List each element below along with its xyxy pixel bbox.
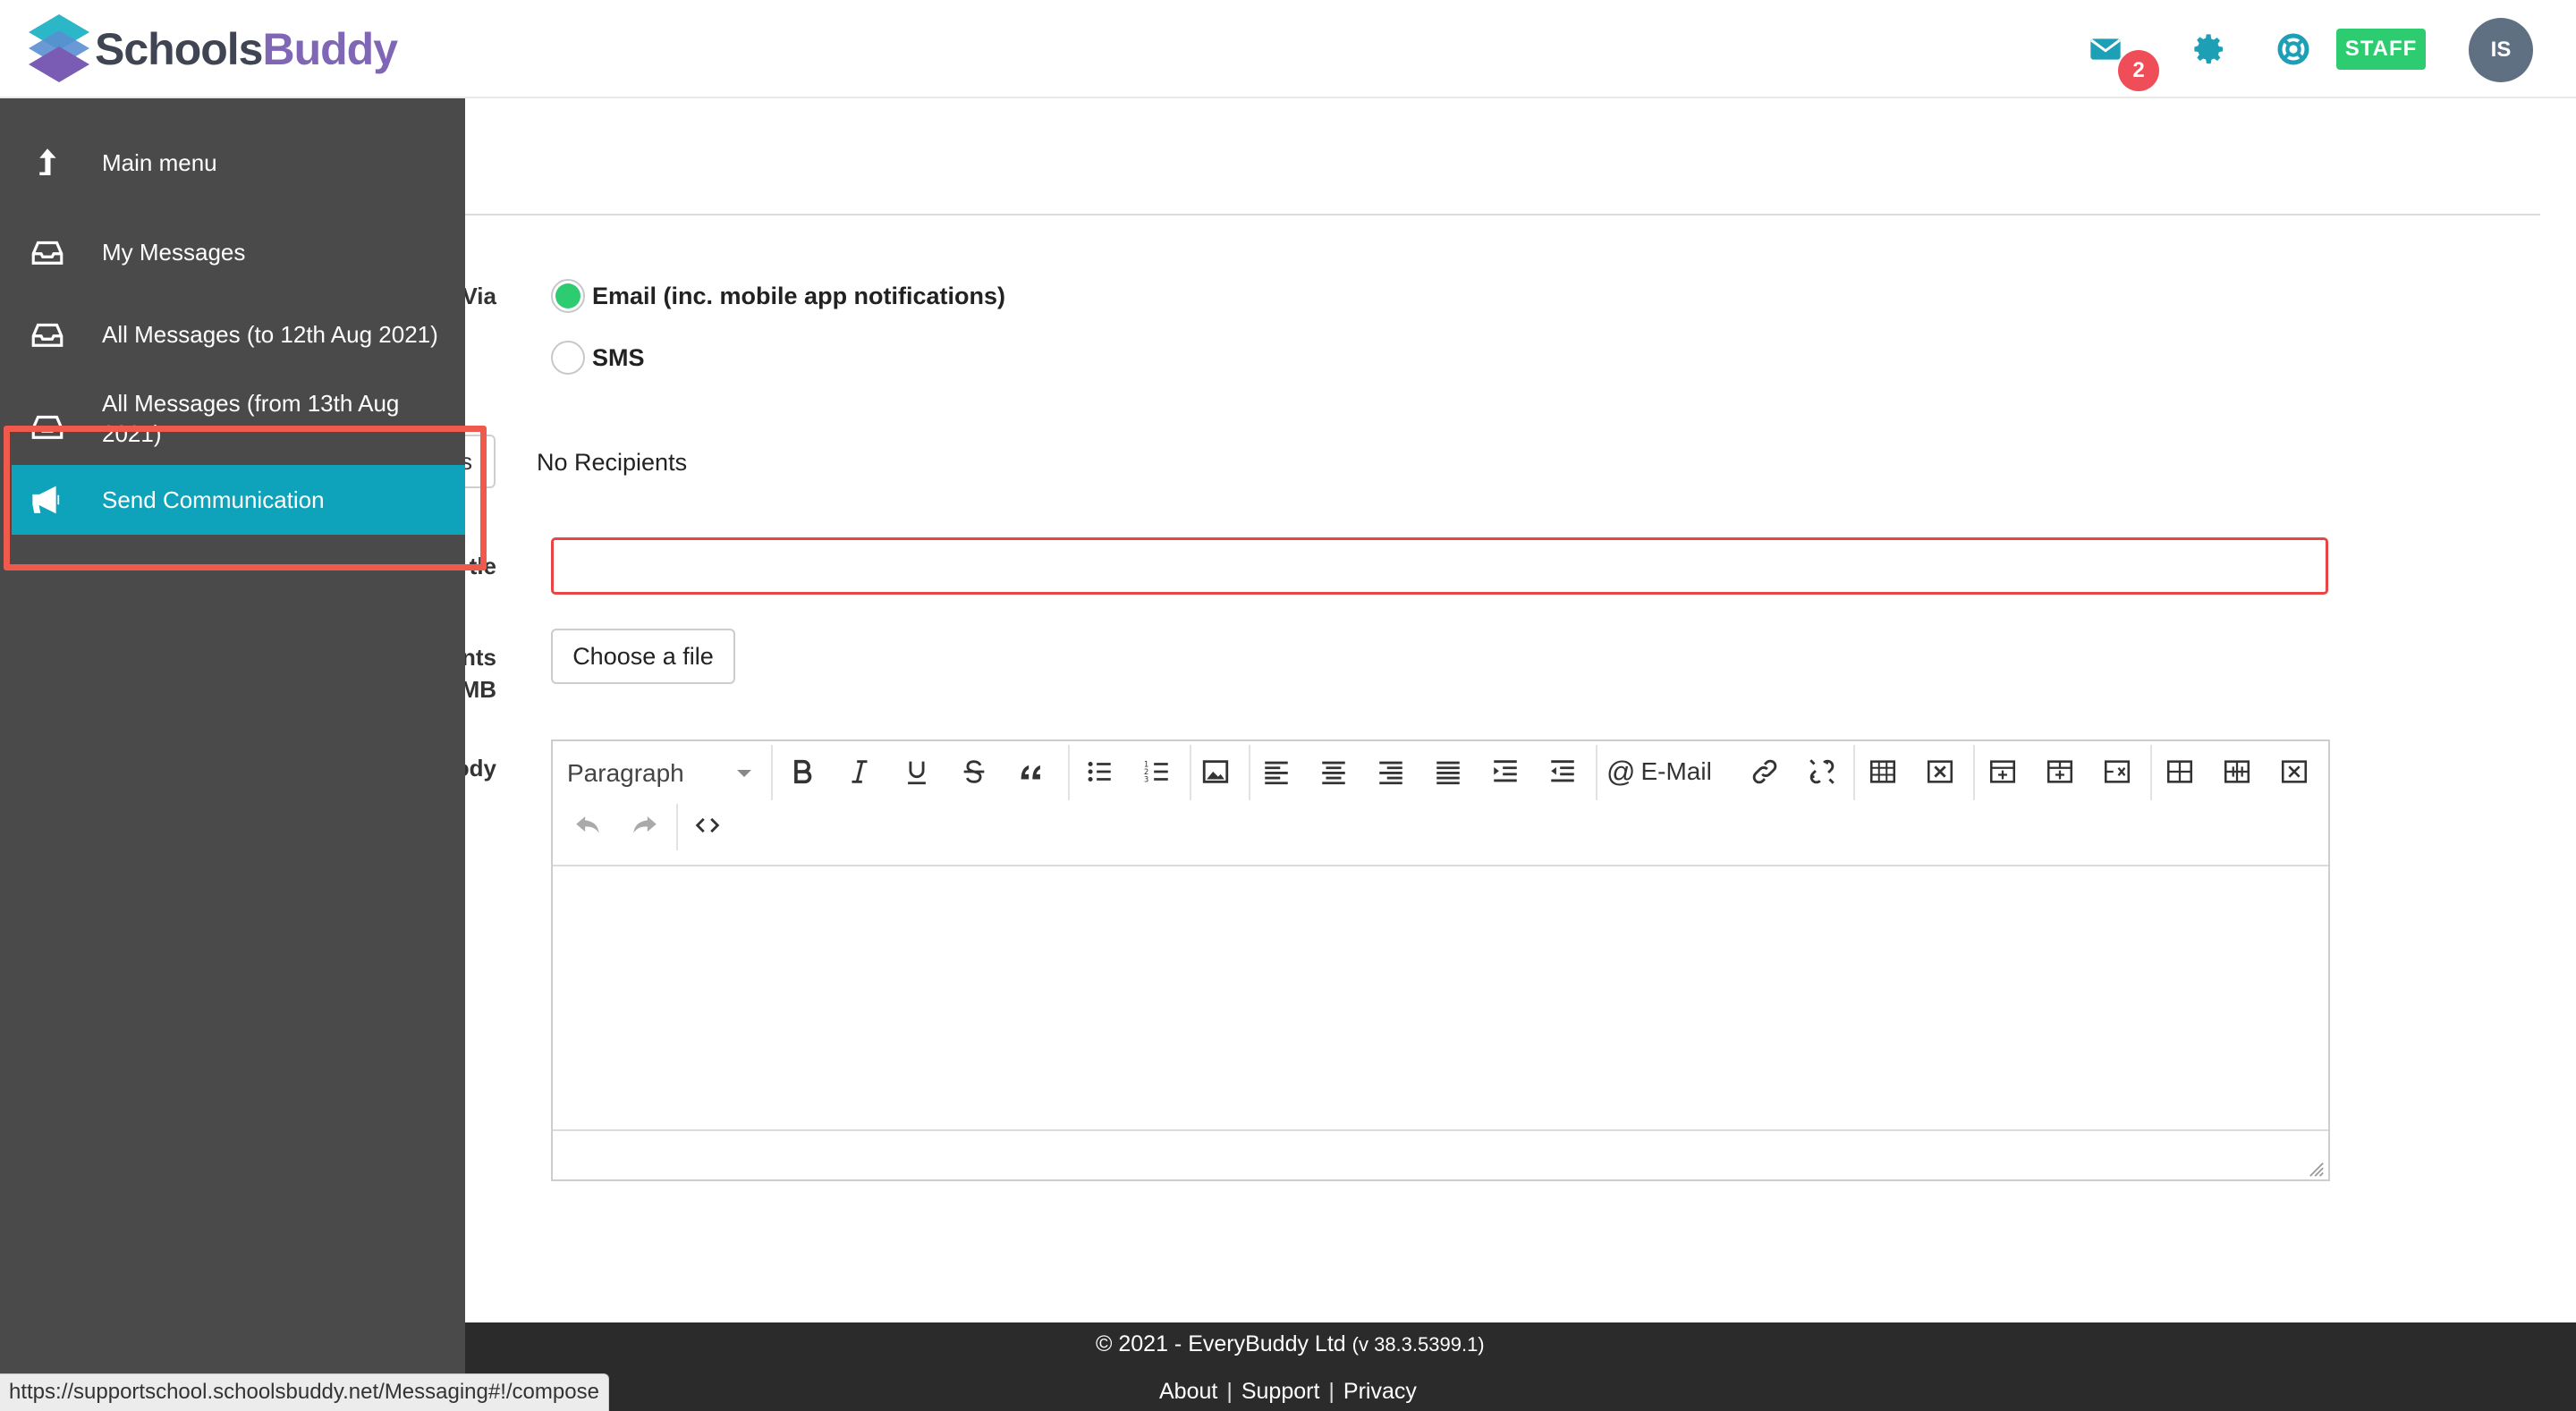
staff-role-badge: STAFF bbox=[2336, 29, 2426, 70]
strikethrough-icon[interactable] bbox=[955, 754, 993, 790]
sidebar-item-label-line-1: All Messages (from 13th Aug bbox=[102, 390, 400, 417]
redo-icon[interactable] bbox=[626, 807, 664, 843]
unlink-icon[interactable] bbox=[1803, 754, 1841, 790]
footer-link-privacy[interactable]: Privacy bbox=[1343, 1379, 1417, 1405]
align-justify-icon[interactable] bbox=[1429, 754, 1467, 790]
bullet-list-icon[interactable] bbox=[1080, 754, 1118, 790]
footer-links: About | Support | Privacy bbox=[1159, 1379, 1417, 1405]
arrow-up-icon bbox=[27, 142, 68, 183]
resize-handle-icon[interactable] bbox=[2309, 1162, 2325, 1178]
align-right-icon[interactable] bbox=[1372, 754, 1410, 790]
footer-link-support[interactable]: Support bbox=[1241, 1379, 1320, 1405]
delete-column-icon[interactable] bbox=[2275, 754, 2313, 790]
format-select-value: Paragraph bbox=[567, 759, 684, 787]
sidebar-item-main-menu[interactable]: Main menu bbox=[0, 125, 465, 200]
editor-toolbar-row-1: Paragraph 123 @ E-Mail bbox=[553, 741, 2328, 800]
format-select[interactable]: Paragraph bbox=[567, 757, 764, 790]
sidebar-item-all-messages-to[interactable]: All Messages (to 12th Aug 2021) bbox=[0, 297, 465, 372]
footer-separator: | bbox=[1226, 1379, 1233, 1404]
insert-row-before-icon[interactable] bbox=[1984, 754, 2021, 790]
sidebar-item-my-messages[interactable]: My Messages bbox=[0, 215, 465, 290]
sidebar-item-label: All Messages (to 12th Aug 2021) bbox=[102, 321, 438, 348]
sidebar-item-label: Main menu bbox=[102, 149, 217, 176]
undo-icon[interactable] bbox=[569, 807, 606, 843]
radio-email[interactable]: Email (inc. mobile app notifications) bbox=[551, 279, 1005, 313]
insert-email-label: E-Mail bbox=[1640, 757, 1712, 785]
logo-text: SchoolsBuddy bbox=[95, 24, 398, 74]
logo-mark-icon bbox=[29, 14, 89, 82]
underline-icon[interactable] bbox=[898, 754, 936, 790]
insert-row-after-icon[interactable] bbox=[2041, 754, 2079, 790]
radio-sms[interactable]: SMS bbox=[551, 341, 645, 375]
indent-icon[interactable] bbox=[1487, 754, 1524, 790]
svg-text:3: 3 bbox=[1144, 775, 1148, 784]
editor-content-area[interactable] bbox=[553, 865, 2328, 1129]
user-avatar[interactable]: IS bbox=[2469, 18, 2533, 82]
align-left-icon[interactable] bbox=[1258, 754, 1295, 790]
radio-sms-control[interactable] bbox=[551, 341, 585, 375]
bold-icon[interactable] bbox=[784, 754, 821, 790]
editor-status-bar bbox=[553, 1129, 2328, 1181]
title-input[interactable] bbox=[551, 537, 2328, 595]
top-bar: SchoolsBuddy 2 STAFF IS bbox=[0, 0, 2576, 98]
radio-sms-label: SMS bbox=[592, 343, 645, 371]
inbox-icon bbox=[27, 232, 68, 273]
insert-table-icon[interactable] bbox=[1864, 754, 1902, 790]
annotation-highlight-box bbox=[4, 426, 487, 570]
insert-email-button[interactable]: @ E-Mail bbox=[1606, 754, 1723, 790]
sidebar-item-label: My Messages bbox=[102, 239, 246, 266]
footer-separator: | bbox=[1328, 1379, 1335, 1404]
radio-email-label: Email (inc. mobile app notifications) bbox=[592, 282, 1006, 309]
outdent-icon[interactable] bbox=[1544, 754, 1581, 790]
source-code-icon[interactable] bbox=[689, 807, 726, 843]
browser-status-url: https://supportschool.schoolsbuddy.net/M… bbox=[0, 1373, 609, 1411]
unread-count-badge: 2 bbox=[2118, 50, 2159, 91]
italic-icon[interactable] bbox=[841, 754, 878, 790]
image-icon[interactable] bbox=[1197, 754, 1234, 790]
copyright-text: © 2021 - EveryBuddy Ltd bbox=[1096, 1331, 1346, 1356]
rich-text-editor: Paragraph 123 @ E-Mail bbox=[551, 739, 2330, 1181]
delete-table-icon[interactable] bbox=[1921, 754, 1959, 790]
gear-icon[interactable] bbox=[2190, 30, 2229, 69]
lifebuoy-help-icon[interactable] bbox=[2274, 30, 2313, 69]
link-icon[interactable] bbox=[1746, 754, 1784, 790]
version-text: (v 38.3.5399.1) bbox=[1352, 1333, 1485, 1356]
chevron-down-icon bbox=[737, 770, 751, 777]
footer-link-about[interactable]: About bbox=[1159, 1379, 1217, 1405]
recipients-status: No Recipients bbox=[537, 449, 688, 476]
blockquote-icon[interactable] bbox=[1013, 754, 1050, 790]
align-center-icon[interactable] bbox=[1315, 754, 1352, 790]
title-divider bbox=[447, 214, 2540, 215]
insert-column-after-icon[interactable] bbox=[2218, 754, 2256, 790]
inbox-icon bbox=[27, 314, 68, 355]
numbered-list-icon[interactable]: 123 bbox=[1138, 754, 1175, 790]
radio-email-control[interactable] bbox=[551, 279, 585, 313]
editor-toolbar-row-2 bbox=[553, 800, 2328, 859]
delete-row-icon[interactable] bbox=[2098, 754, 2136, 790]
sidebar-menu: Main menu My Messages All Messages (to 1… bbox=[0, 98, 465, 1411]
footer-copyright: © 2021 - EveryBuddy Ltd (v 38.3.5399.1) bbox=[1096, 1331, 1485, 1357]
at-sign-icon: @ bbox=[1606, 755, 1636, 788]
schoolsbuddy-logo[interactable]: SchoolsBuddy bbox=[25, 11, 398, 88]
insert-column-before-icon[interactable] bbox=[2161, 754, 2199, 790]
choose-file-button[interactable]: Choose a file bbox=[551, 629, 735, 684]
